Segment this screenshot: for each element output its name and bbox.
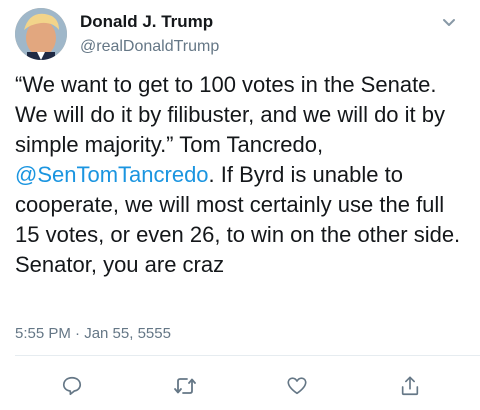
retweet-button[interactable] <box>173 374 197 398</box>
share-icon <box>401 376 419 396</box>
author-handle[interactable]: @realDonaldTrump <box>80 38 219 56</box>
tweet-text-part-1: “We want to get to 100 votes in the Sena… <box>15 72 445 157</box>
avatar[interactable] <box>15 8 67 60</box>
heart-icon <box>287 377 307 395</box>
avatar-image <box>15 8 67 60</box>
author-name[interactable]: Donald J. Trump <box>80 12 213 32</box>
reply-icon <box>62 376 82 396</box>
like-button[interactable] <box>285 374 309 398</box>
reply-button[interactable] <box>60 374 84 398</box>
chevron-down-icon[interactable] <box>440 14 458 32</box>
tweet[interactable]: Donald J. Trump @realDonaldTrump “We wan… <box>0 0 480 410</box>
mention-link[interactable]: @SenTomTancredo <box>15 162 209 187</box>
timestamp[interactable]: 5:55 PM · Jan 55, 5555 <box>15 325 171 342</box>
share-button[interactable] <box>398 374 422 398</box>
tweet-text: “We want to get to 100 votes in the Sena… <box>15 70 473 280</box>
divider <box>15 355 480 356</box>
retweet-icon <box>174 378 196 394</box>
